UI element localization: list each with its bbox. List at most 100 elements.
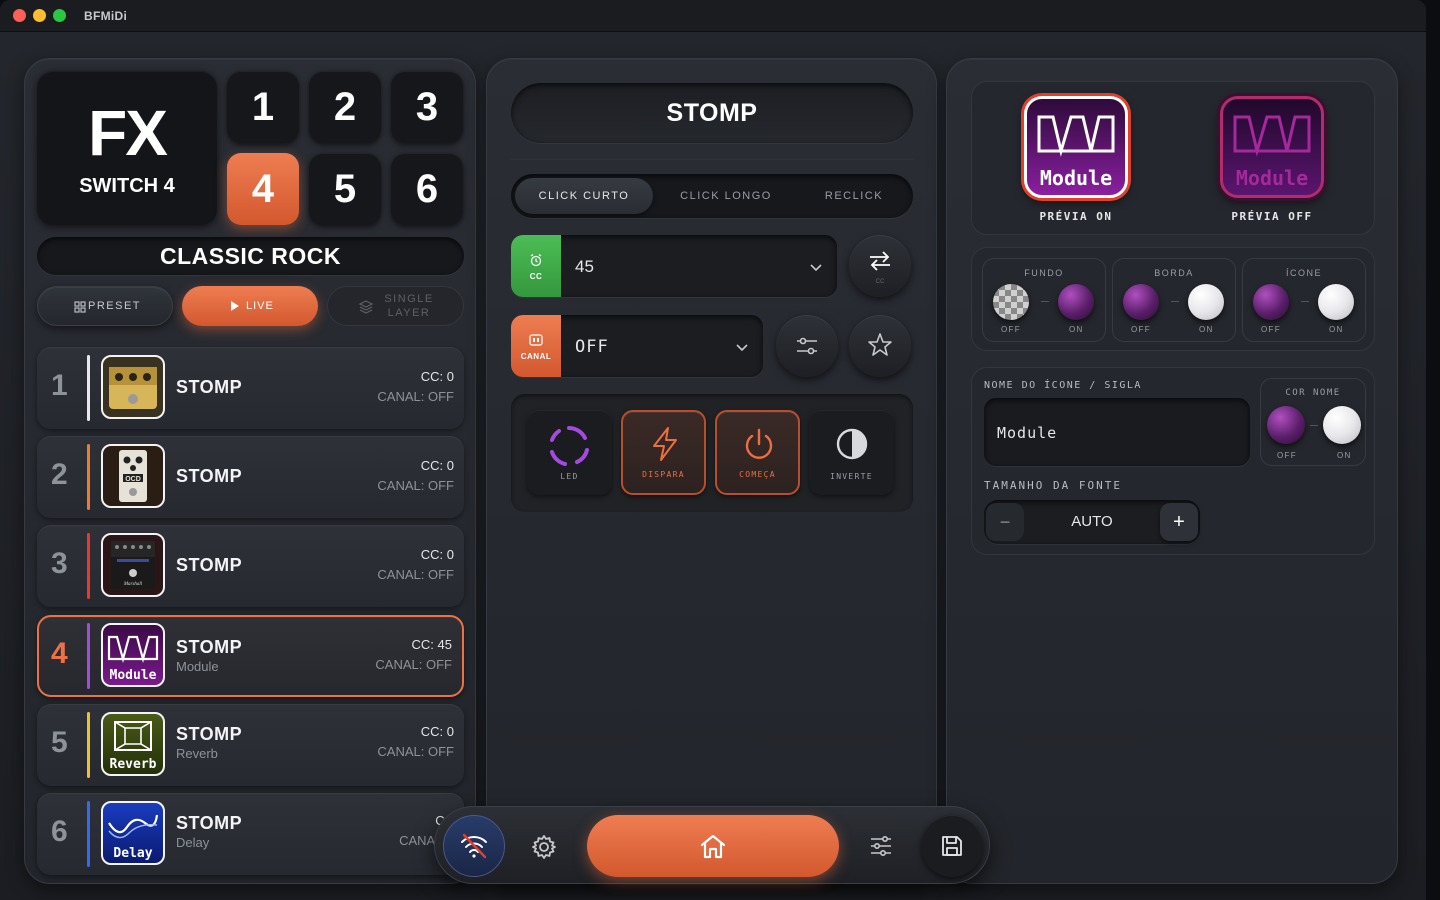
switch-4-button[interactable]: 4 <box>227 153 299 225</box>
row-color-bar <box>87 801 90 867</box>
lightning-icon <box>650 426 680 467</box>
cor-nome-off-knob[interactable] <box>1267 406 1305 444</box>
row-index: 4 <box>51 637 68 670</box>
icon-name-card: NOME DO ÍCONE / SIGLA Module COR NOME OF… <box>971 367 1375 555</box>
icone-off-knob[interactable] <box>1253 284 1289 320</box>
sliders-icon <box>869 835 893 862</box>
switch-5-button[interactable]: 5 <box>309 153 381 225</box>
adjust-button[interactable] <box>776 315 838 377</box>
row-index: 2 <box>51 458 68 491</box>
contrast-icon <box>835 427 869 466</box>
divider <box>1041 301 1049 302</box>
settings-button[interactable] <box>531 834 557 865</box>
row-canal: CANAL: OFF <box>377 567 454 582</box>
icon-name-label: NOME DO ÍCONE / SIGLA <box>984 380 1142 391</box>
cor-nome-on-label: ON <box>1337 451 1352 460</box>
swap-sub-label: CC <box>875 279 885 285</box>
single-layer-mode-button[interactable]: SINGLE LAYER <box>327 286 464 326</box>
switch-2-button[interactable]: 2 <box>309 71 381 143</box>
row-name: STOMP <box>176 813 243 833</box>
icone-off-label: OFF <box>1261 325 1281 334</box>
app-title: BFMiDi <box>84 9 128 23</box>
mixer-button[interactable] <box>869 834 893 863</box>
favorite-button[interactable] <box>849 315 911 377</box>
switch-6-button[interactable]: 6 <box>391 153 463 225</box>
canal-badge-label: CANAL <box>520 352 552 361</box>
borda-off-label: OFF <box>1131 325 1151 334</box>
cor-nome-on-knob[interactable] <box>1323 406 1361 444</box>
cor-nome-group: COR NOME OFF ON <box>1260 378 1366 466</box>
row-color-bar <box>87 444 90 510</box>
alarm-icon <box>529 253 543 272</box>
row-cc: CC: 0 <box>420 724 454 739</box>
canal-value: OFF <box>575 337 609 357</box>
switch-row-4[interactable]: 4 Module STOMP Module CC: 45 CANAL: OFF <box>37 615 464 697</box>
svg-text:OCD: OCD <box>125 476 141 483</box>
switch-1-button[interactable]: 1 <box>227 71 299 143</box>
tab-click-curto[interactable]: CLICK CURTO <box>515 178 653 214</box>
middle-panel: STOMP CLICK CURTO CLICK LONGO RECLICK CC… <box>486 58 937 884</box>
row-name: STOMP <box>176 637 243 657</box>
channel-icon <box>529 333 543 351</box>
click-type-tabs: CLICK CURTO CLICK LONGO RECLICK <box>511 174 913 218</box>
inverte-tile[interactable]: INVERTE <box>809 410 894 495</box>
fundo-on-label: ON <box>1069 325 1084 334</box>
fundo-off-knob[interactable] <box>993 284 1029 320</box>
switch-row-2[interactable]: 2 OCD STOMP CC: 0 CANAL: OFF <box>37 436 464 518</box>
live-mode-button[interactable]: LIVE <box>182 286 318 326</box>
reverb-thumb-text: Reverb <box>110 757 157 772</box>
delay-thumb-text: Delay <box>113 846 152 861</box>
single-layer-label: SINGLE LAYER <box>384 293 434 319</box>
maximize-window-button[interactable] <box>53 9 66 22</box>
switch-3-button[interactable]: 3 <box>391 71 463 143</box>
icon-name-value: Module <box>997 424 1058 442</box>
chevron-down-icon <box>735 340 749 358</box>
switch-row-1[interactable]: 1 STOMP CC: 0 CANAL: OFF <box>37 347 464 429</box>
tab-reclick[interactable]: RECLICK <box>791 190 917 202</box>
icon-name-input[interactable]: Module <box>984 398 1250 466</box>
right-panel: Module PRÉVIA ON Module PRÉVIA OFF FUNDO… <box>946 58 1398 884</box>
close-window-button[interactable] <box>13 9 26 22</box>
row-cc: CC: 0 <box>420 458 454 473</box>
tab-click-curto-label: CLICK CURTO <box>538 190 630 202</box>
font-size-plus-button[interactable]: + <box>1160 503 1198 541</box>
divider <box>1310 425 1318 426</box>
canal-select[interactable]: CANAL OFF <box>511 315 763 377</box>
wifi-off-button[interactable] <box>443 815 505 877</box>
font-size-stepper: − AUTO + <box>984 500 1200 544</box>
stomp-title: STOMP <box>511 83 913 143</box>
left-panel: FX SWITCH 4 1 2 3 4 5 6 CLASSIC ROCK PRE… <box>24 58 476 884</box>
borda-on-label: ON <box>1199 325 1214 334</box>
led-label: LED <box>560 472 579 481</box>
borda-on-knob[interactable] <box>1188 284 1224 320</box>
switch-row-6[interactable]: 6 Delay STOMP Delay CC CANAL: ( <box>37 793 464 875</box>
row-name: STOMP <box>176 377 243 397</box>
borda-off-knob[interactable] <box>1123 284 1159 320</box>
row-sub: Reverb <box>176 746 218 761</box>
title-bar: BFMiDi <box>0 0 1426 32</box>
row-name: STOMP <box>176 466 243 486</box>
icone-on-knob[interactable] <box>1318 284 1354 320</box>
save-button[interactable] <box>921 815 983 877</box>
switch-row-3[interactable]: 3 Marshall STOMP CC: 0 CANAL: OFF <box>37 525 464 607</box>
switch-row-5[interactable]: 5 Reverb STOMP Reverb CC: 0 CANAL: OFF <box>37 704 464 786</box>
home-button[interactable] <box>587 815 839 877</box>
preset-mode-button[interactable]: PRESET <box>37 286 173 326</box>
comeca-tile[interactable]: COMEÇA <box>715 410 800 495</box>
divider <box>1301 301 1309 302</box>
tab-click-longo[interactable]: CLICK LONGO <box>661 190 791 202</box>
fundo-on-knob[interactable] <box>1058 284 1094 320</box>
cc-select[interactable]: CC 45 <box>511 235 837 297</box>
swap-button[interactable]: CC <box>849 235 911 297</box>
row-color-bar <box>87 533 90 599</box>
dispara-tile[interactable]: DISPARA <box>621 410 706 495</box>
minimize-window-button[interactable] <box>33 9 46 22</box>
main-content: FX SWITCH 4 1 2 3 4 5 6 CLASSIC ROCK PRE… <box>0 32 1426 900</box>
font-size-minus-button[interactable]: − <box>986 503 1024 541</box>
marshall-pedal-icon: Marshall <box>101 533 165 597</box>
fundo-off-label: OFF <box>1001 325 1021 334</box>
led-spinner-icon <box>547 424 591 473</box>
font-size-value: AUTO <box>1071 513 1113 530</box>
color-toggles-card: FUNDO OFF ON BORDA OFF ON ÍCONE OFF ON <box>971 247 1375 351</box>
led-tile[interactable]: LED <box>527 410 612 495</box>
